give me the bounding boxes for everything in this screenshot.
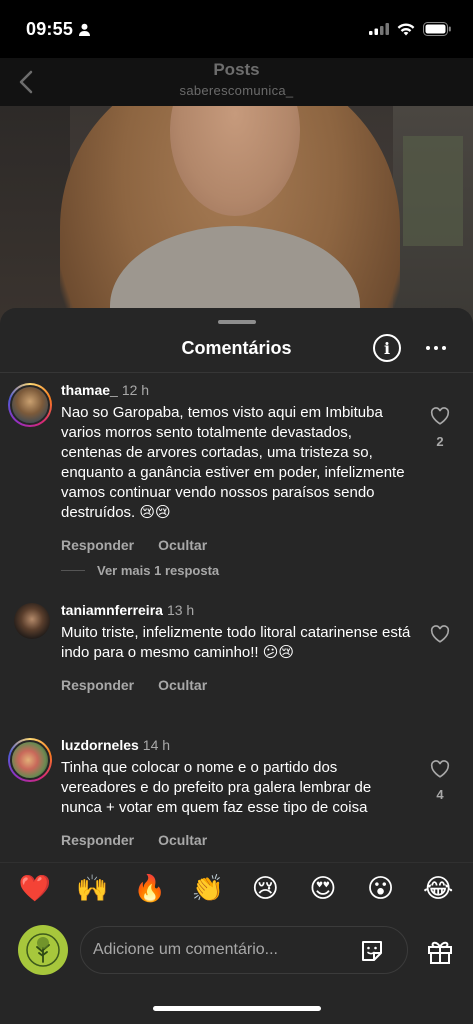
reaction-laughing[interactable]: 😂 — [418, 873, 458, 904]
reply-button[interactable]: Responder — [61, 677, 134, 693]
view-more-replies[interactable]: Ver mais 1 resposta — [61, 563, 219, 578]
comment-username[interactable]: luzdorneles — [61, 737, 139, 753]
status-icons — [369, 22, 451, 36]
hide-button[interactable]: Ocultar — [158, 677, 207, 693]
reaction-surprised[interactable]: 😮 — [361, 873, 401, 904]
page-title: Posts — [213, 60, 260, 79]
tree-logo-icon — [26, 933, 60, 967]
battery-icon — [423, 22, 451, 36]
comment-username[interactable]: taniamnferreira — [61, 602, 163, 618]
avatar[interactable] — [8, 738, 52, 782]
page-subtitle: saberescomunica_ — [179, 83, 294, 98]
like-count: 2 — [436, 434, 444, 449]
person-icon — [79, 23, 91, 36]
comments-list: thamae_ 12 h Nao so Garopaba, temos visto… — [0, 373, 473, 858]
heart-icon[interactable] — [430, 407, 450, 425]
reaction-fire[interactable]: 🔥 — [130, 873, 170, 904]
info-button[interactable]: i — [373, 334, 401, 362]
more-icon — [426, 346, 446, 350]
sheet-title: Comentários — [181, 338, 292, 358]
comment-input[interactable] — [93, 927, 343, 973]
comment-time: 14 h — [142, 737, 171, 753]
comments-sheet: Comentários i thamae_ 12 h Nao so Garopab… — [0, 308, 473, 1024]
reply-button[interactable]: Responder — [61, 832, 134, 848]
status-bar: 09:55 — [0, 0, 473, 58]
reaction-raised-hands[interactable]: 🙌 — [72, 873, 112, 904]
signal-icon — [369, 23, 389, 35]
sheet-grabber[interactable] — [218, 320, 256, 324]
like-area: 2 — [428, 407, 452, 449]
avatar[interactable] — [14, 603, 50, 639]
reaction-clap[interactable]: 👏 — [188, 873, 228, 904]
like-count: 4 — [436, 787, 444, 802]
post-header: Posts saberescomunica_ — [0, 58, 473, 106]
comment-text: Muito triste, infelizmente todo litoral … — [61, 624, 411, 661]
post-image — [0, 106, 473, 336]
sticker-icon[interactable] — [359, 938, 385, 964]
reply-button[interactable]: Responder — [61, 537, 134, 553]
status-time: 09:55 — [26, 19, 91, 40]
my-avatar[interactable] — [18, 925, 68, 975]
reaction-heart-eyes[interactable]: 😍 — [303, 873, 343, 904]
view-more-replies-label: Ver mais 1 resposta — [97, 563, 220, 578]
time-label: 09:55 — [26, 18, 74, 39]
like-area: 4 — [428, 760, 452, 802]
reaction-crying[interactable]: 😢 — [245, 873, 285, 904]
heart-icon[interactable] — [430, 760, 450, 778]
like-area — [428, 625, 452, 643]
heart-icon[interactable] — [430, 625, 450, 643]
home-indicator — [153, 1006, 321, 1011]
comment-text: Nao so Garopaba, temos visto aqui em Imb… — [61, 404, 405, 521]
more-options-button[interactable] — [424, 336, 448, 360]
comment-time: 12 h — [121, 382, 150, 398]
gift-icon[interactable] — [426, 937, 454, 965]
avatar[interactable] — [8, 383, 52, 427]
wifi-icon — [397, 22, 415, 35]
hide-button[interactable]: Ocultar — [158, 537, 207, 553]
comment-username[interactable]: thamae_ — [61, 382, 118, 398]
reaction-heart[interactable]: ❤️ — [15, 873, 55, 904]
comment-text: Tinha que colocar o nome e o partido dos… — [61, 759, 372, 816]
comment-input-row — [0, 920, 473, 980]
info-icon: i — [383, 338, 391, 358]
hide-button[interactable]: Ocultar — [158, 832, 207, 848]
comment-time: 13 h — [166, 602, 195, 618]
quick-reactions-bar: ❤️ 🙌 🔥 👏 😢 😍 😮 😂 — [0, 862, 473, 914]
comment-input-container — [80, 926, 408, 974]
